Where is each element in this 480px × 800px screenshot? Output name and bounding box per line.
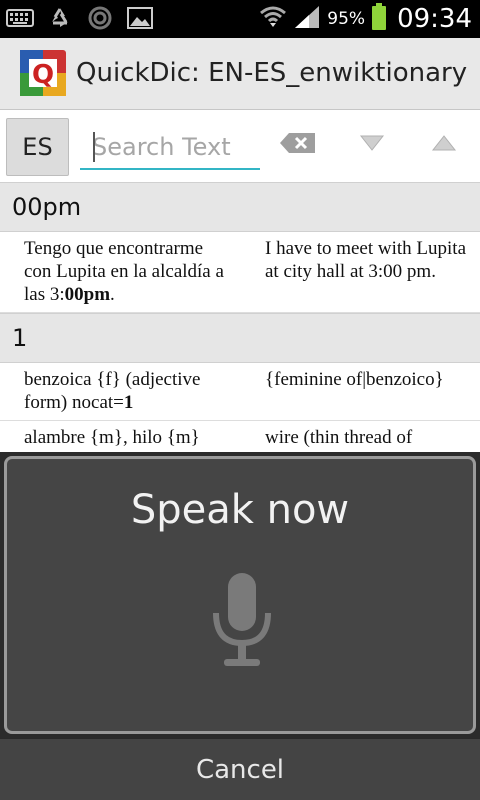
backspace-icon	[279, 132, 317, 158]
list-item[interactable]: Tengo que encontrarme con Lupita en la a…	[0, 232, 480, 313]
battery-percent: 95%	[327, 9, 366, 29]
previous-entry-button[interactable]	[422, 128, 466, 162]
signal-icon	[293, 4, 321, 34]
status-icons-left	[6, 5, 154, 31]
image-icon	[126, 5, 154, 31]
entry-source: alambre {m}, hilo {m}	[24, 427, 200, 448]
status-icons-right: 95% 09:34	[259, 0, 472, 38]
svg-text:Q: Q	[32, 60, 54, 90]
speak-now-prompt: Speak now	[130, 487, 350, 533]
app-title: QuickDic: EN-ES_enwiktionary	[76, 58, 468, 88]
app-logo-icon[interactable]: Q	[20, 50, 66, 96]
keyboard-icon	[6, 5, 34, 31]
entry-source: benzoica {f} (adjective form) nocat=1	[24, 369, 201, 413]
chevron-down-icon	[359, 134, 385, 156]
entry-translation: {feminine of|benzoico}	[265, 369, 444, 390]
section-header[interactable]: 1	[0, 313, 480, 363]
sync-icon	[86, 5, 114, 31]
clock: 09:34	[397, 4, 472, 34]
wifi-icon	[259, 5, 287, 33]
list-item[interactable]: alambre {m}, hilo {m} wire (thin thread …	[0, 421, 480, 452]
entry-translation: I have to meet with Lupita at city hall …	[265, 238, 467, 282]
section-header[interactable]: 00pm	[0, 182, 480, 232]
clear-search-button[interactable]	[276, 128, 320, 162]
microphone-icon[interactable]	[209, 571, 275, 671]
language-button[interactable]: ES	[6, 118, 69, 176]
status-bar: 95% 09:34	[0, 0, 480, 38]
recycle-icon	[46, 5, 74, 31]
text-cursor	[93, 132, 95, 162]
next-entry-button[interactable]	[350, 128, 394, 162]
cancel-button[interactable]: Cancel	[0, 738, 480, 800]
chevron-up-icon	[431, 134, 457, 156]
entry-translation: wire (thin thread of	[265, 427, 413, 448]
search-input[interactable]	[80, 128, 258, 166]
voice-input-dialog: Speak now	[4, 456, 476, 734]
search-row: ES	[0, 110, 480, 182]
list-item[interactable]: benzoica {f} (adjective form) nocat=1 {f…	[0, 363, 480, 421]
battery-icon	[371, 3, 387, 35]
entry-source: Tengo que encontrarme con Lupita en la a…	[24, 238, 224, 305]
search-field[interactable]	[80, 128, 260, 170]
app-title-bar: Q QuickDic: EN-ES_enwiktionary	[0, 38, 480, 110]
dictionary-list[interactable]: 00pm Tengo que encontrarme con Lupita en…	[0, 182, 480, 452]
